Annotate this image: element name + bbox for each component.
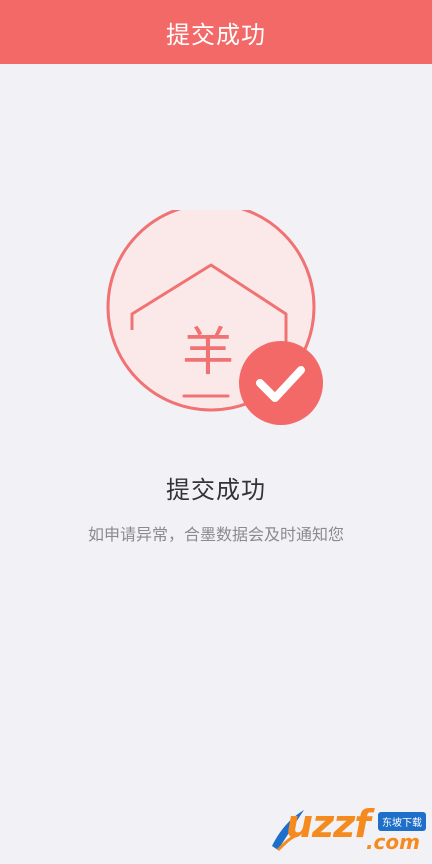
top-bar: 提交成功 <box>0 0 432 64</box>
sheep-glyph: 羊 <box>182 323 234 383</box>
page-title: 提交成功 <box>166 20 266 49</box>
watermark-badge: 东坡下载 <box>378 812 426 831</box>
watermark-logo: uzzf 东坡下载 .com <box>268 800 426 856</box>
success-title: 提交成功 <box>166 476 266 504</box>
check-circle-icon <box>239 341 323 425</box>
success-message: 如申请异常，合墨数据会及时通知您 <box>87 525 344 544</box>
success-illustration: 羊 <box>106 210 323 425</box>
watermark-text: uzzf <box>286 802 371 846</box>
watermark-domain: .com <box>365 830 420 854</box>
